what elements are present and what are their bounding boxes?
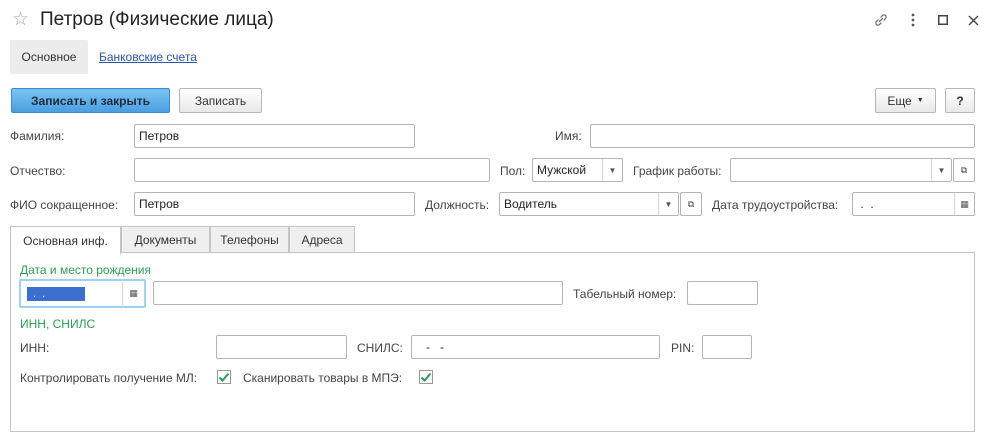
- patronymic-label: Отчество:: [10, 164, 66, 178]
- control-ml-checkbox[interactable]: [217, 370, 231, 384]
- tab-documents[interactable]: Документы: [121, 226, 210, 253]
- position-input[interactable]: Водитель ▼: [499, 192, 679, 216]
- window-title: Петров (Физические лица): [40, 9, 274, 30]
- close-icon[interactable]: [964, 11, 982, 29]
- more-vertical-icon[interactable]: [904, 11, 922, 29]
- gender-value: Мужской: [537, 163, 587, 177]
- dropdown-arrow-icon[interactable]: ▼: [658, 193, 678, 215]
- name-label: Имя:: [555, 129, 582, 143]
- inn-section-heading: ИНН, СНИЛС: [20, 317, 96, 331]
- name-input[interactable]: [590, 124, 975, 148]
- save-button[interactable]: Записать: [179, 88, 262, 113]
- open-window-icon[interactable]: ⧉: [953, 158, 975, 182]
- surname-input[interactable]: Петров: [134, 124, 415, 148]
- surname-label: Фамилия:: [10, 129, 65, 143]
- scan-mpe-checkbox[interactable]: [419, 370, 433, 384]
- birth-date-input[interactable]: . . ▦: [19, 279, 146, 308]
- open-window-icon[interactable]: ⧉: [680, 192, 702, 216]
- help-button[interactable]: ?: [945, 88, 975, 113]
- favorite-star-icon[interactable]: ☆: [12, 9, 29, 31]
- tab-number-input[interactable]: [687, 281, 758, 305]
- schedule-field: ▼ ⧉: [730, 158, 975, 182]
- snils-input[interactable]: - -: [411, 335, 660, 359]
- save-and-close-button[interactable]: Записать и закрыть: [11, 88, 170, 113]
- hire-date-value: . .: [857, 197, 874, 211]
- snils-label: СНИЛС:: [357, 341, 403, 355]
- dropdown-arrow-icon[interactable]: ▼: [931, 159, 951, 181]
- calendar-icon[interactable]: ▦: [122, 282, 144, 305]
- maximize-icon[interactable]: [934, 11, 952, 29]
- birth-section-heading: Дата и место рождения: [20, 263, 151, 277]
- short-name-label: ФИО сокращенное:: [10, 198, 119, 212]
- birth-place-input[interactable]: [153, 281, 563, 305]
- more-button-label: Еще: [887, 93, 912, 108]
- hire-date-label: Дата трудоустройства:: [712, 198, 839, 212]
- chevron-down-icon: ▼: [916, 97, 924, 104]
- pin-label: PIN:: [671, 341, 695, 355]
- position-field: Водитель ▼ ⧉: [499, 192, 702, 216]
- inn-label: ИНН:: [20, 341, 50, 355]
- inn-input[interactable]: [216, 335, 347, 359]
- position-label: Должность:: [425, 198, 490, 212]
- position-value: Водитель: [504, 197, 558, 211]
- hire-date-input[interactable]: . . ▦: [852, 192, 975, 216]
- link-icon[interactable]: [872, 11, 890, 29]
- checkmark-icon: [420, 372, 432, 382]
- control-ml-label: Контролировать получение МЛ:: [20, 371, 198, 385]
- dropdown-arrow-icon[interactable]: ▼: [602, 159, 622, 181]
- schedule-label: График работы:: [633, 164, 722, 178]
- tab-number-label: Табельный номер:: [573, 287, 677, 301]
- calendar-icon[interactable]: ▦: [954, 193, 974, 215]
- pin-input[interactable]: [702, 335, 752, 359]
- nav-main[interactable]: Основное: [10, 40, 88, 74]
- more-button[interactable]: Еще ▼: [875, 88, 936, 113]
- checkmark-icon: [218, 372, 230, 382]
- gender-label: Пол:: [500, 164, 526, 178]
- patronymic-input[interactable]: [134, 158, 490, 182]
- scan-mpe-label: Сканировать товары в МПЭ:: [243, 371, 403, 385]
- tab-main-info[interactable]: Основная инф.: [10, 226, 121, 254]
- short-name-input[interactable]: Петров: [134, 192, 415, 216]
- birth-date-value: . .: [27, 287, 85, 301]
- gender-select[interactable]: Мужской ▼: [532, 158, 623, 182]
- tab-phones[interactable]: Телефоны: [210, 226, 289, 253]
- tab-addresses[interactable]: Адреса: [289, 226, 355, 253]
- schedule-input[interactable]: ▼: [730, 158, 952, 182]
- nav-bank-accounts-link[interactable]: Банковские счета: [99, 50, 197, 64]
